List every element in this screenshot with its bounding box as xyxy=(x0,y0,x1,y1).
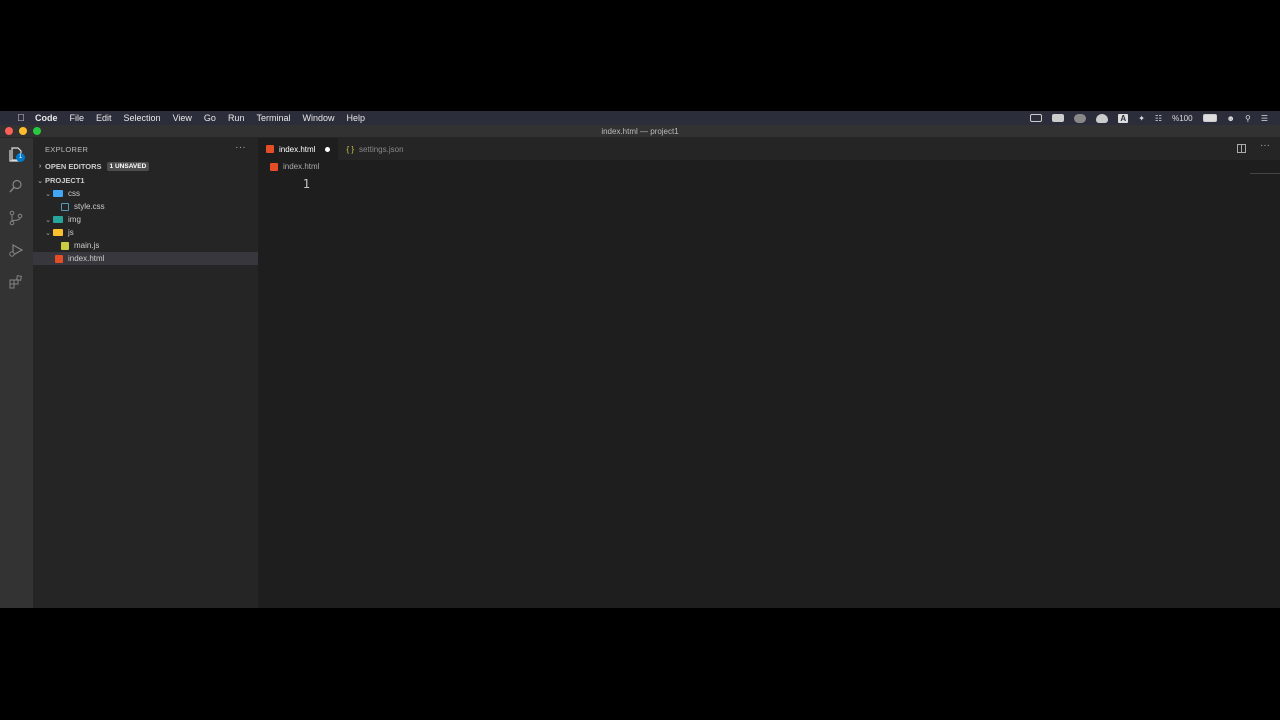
folder-icon xyxy=(53,190,63,197)
tree-folder-js[interactable]: ⌄ js xyxy=(33,226,258,239)
html-file-icon xyxy=(266,145,274,153)
window-title: index.html — project1 xyxy=(601,127,679,136)
tree-item-label: index.html xyxy=(68,254,105,263)
explorer-title: EXPLORER xyxy=(45,144,89,154)
battery-percent: %100 xyxy=(1172,113,1193,123)
close-window-button[interactable] xyxy=(5,127,13,135)
code-editor[interactable]: 1 xyxy=(258,173,1280,608)
tab-label: settings.json xyxy=(359,144,404,154)
unsaved-badge: 1 UNSAVED xyxy=(106,162,150,171)
tree-item-label: main.js xyxy=(74,241,100,250)
traffic-lights xyxy=(5,127,41,135)
explorer-sidebar: EXPLORER ··· › OPEN EDITORS 1 UNSAVED ⌄ … xyxy=(33,138,258,608)
menu-view[interactable]: View xyxy=(167,113,198,123)
toggle-icon[interactable] xyxy=(1074,113,1087,123)
html-file-icon xyxy=(270,162,278,171)
css-file-icon xyxy=(61,202,69,211)
tree-item-label: style.css xyxy=(74,202,105,211)
bottom-letterbox xyxy=(0,608,1280,720)
top-letterbox xyxy=(0,0,1280,111)
control-center-icon[interactable]: ☰ xyxy=(1261,114,1268,123)
breadcrumb-file[interactable]: index.html xyxy=(283,162,319,171)
spotlight-icon[interactable]: ⚲ xyxy=(1245,114,1251,123)
unsaved-dot-icon[interactable] xyxy=(325,146,331,152)
explorer-header: EXPLORER ··· xyxy=(33,138,258,160)
menu-edit[interactable]: Edit xyxy=(90,113,118,123)
project-label: PROJECT1 xyxy=(45,176,85,185)
js-file-icon xyxy=(61,241,69,250)
tree-file-main-js[interactable]: main.js xyxy=(33,239,258,252)
project-section[interactable]: ⌄ PROJECT1 xyxy=(33,174,258,187)
html-file-icon xyxy=(55,254,63,263)
menu-run[interactable]: Run xyxy=(222,113,251,123)
menubar-tray: A ✦ ☷ %100 ☻ ⚲ ☰ xyxy=(1030,111,1280,125)
open-editors-section[interactable]: › OPEN EDITORS 1 UNSAVED xyxy=(33,160,258,173)
menu-go[interactable]: Go xyxy=(198,113,222,123)
explorer-badge: 1 xyxy=(16,153,25,162)
tab-index-html[interactable]: index.html xyxy=(258,138,339,160)
user-icon[interactable]: ☻ xyxy=(1227,114,1235,123)
menu-help[interactable]: Help xyxy=(340,113,371,123)
chevron-down-icon: ⌄ xyxy=(45,229,51,237)
tree-file-style-css[interactable]: style.css xyxy=(33,200,258,213)
chevron-down-icon: ⌄ xyxy=(45,216,51,224)
menu-file[interactable]: File xyxy=(64,113,91,123)
search-icon[interactable] xyxy=(8,178,24,194)
tree-folder-img[interactable]: ⌄ img xyxy=(33,213,258,226)
minimap-edge xyxy=(1250,173,1280,174)
run-debug-icon[interactable] xyxy=(8,242,24,258)
display-icon[interactable] xyxy=(1052,114,1065,122)
apple-icon[interactable]:  xyxy=(13,113,29,124)
battery-icon[interactable] xyxy=(1202,114,1217,122)
source-control-icon[interactable] xyxy=(8,210,24,226)
chevron-right-icon: › xyxy=(38,163,42,170)
chevron-down-icon: ⌄ xyxy=(37,177,43,185)
cloud-icon[interactable] xyxy=(1096,113,1109,123)
breadcrumb: index.html xyxy=(258,160,319,173)
extensions-icon[interactable] xyxy=(8,274,24,290)
screen:  Code File Edit Selection View Go Run T… xyxy=(0,111,1280,608)
folder-icon xyxy=(53,216,63,223)
tree-item-label: js xyxy=(68,228,74,237)
mac-menubar:  Code File Edit Selection View Go Run T… xyxy=(0,111,1280,125)
input-source-icon[interactable]: A xyxy=(1118,113,1129,123)
camera-icon[interactable] xyxy=(1030,114,1043,122)
chevron-down-icon: ⌄ xyxy=(45,190,51,198)
menu-code[interactable]: Code xyxy=(29,113,64,123)
folder-icon xyxy=(53,229,63,236)
network-icon[interactable]: ✦ xyxy=(1138,114,1145,123)
activity-bar: 1 xyxy=(0,138,33,608)
tree-folder-css[interactable]: ⌄ css xyxy=(33,187,258,200)
tab-settings-json[interactable]: { } settings.json xyxy=(338,138,411,160)
open-editors-label: OPEN EDITORS xyxy=(45,162,102,171)
tree-item-label: css xyxy=(68,189,80,198)
tab-label: index.html xyxy=(279,144,316,154)
menu-terminal[interactable]: Terminal xyxy=(250,113,296,123)
line-number: 1 xyxy=(302,177,310,191)
tree-item-label: img xyxy=(68,215,81,224)
editor-more-icon[interactable]: ··· xyxy=(1260,140,1270,151)
menu-window[interactable]: Window xyxy=(296,113,340,123)
zoom-window-button[interactable] xyxy=(33,127,41,135)
split-editor-icon[interactable] xyxy=(1237,144,1246,153)
json-file-icon: { } xyxy=(346,144,355,154)
window-titlebar: index.html — project1 xyxy=(0,125,1280,138)
minimize-window-button[interactable] xyxy=(19,127,27,135)
explorer-more-icon[interactable]: ··· xyxy=(235,142,246,153)
tree-file-index-html[interactable]: index.html xyxy=(33,252,258,265)
editor-tabs: index.html { } settings.json ··· xyxy=(258,138,1280,160)
menu-selection[interactable]: Selection xyxy=(118,113,167,123)
wifi-icon[interactable]: ☷ xyxy=(1155,114,1162,123)
